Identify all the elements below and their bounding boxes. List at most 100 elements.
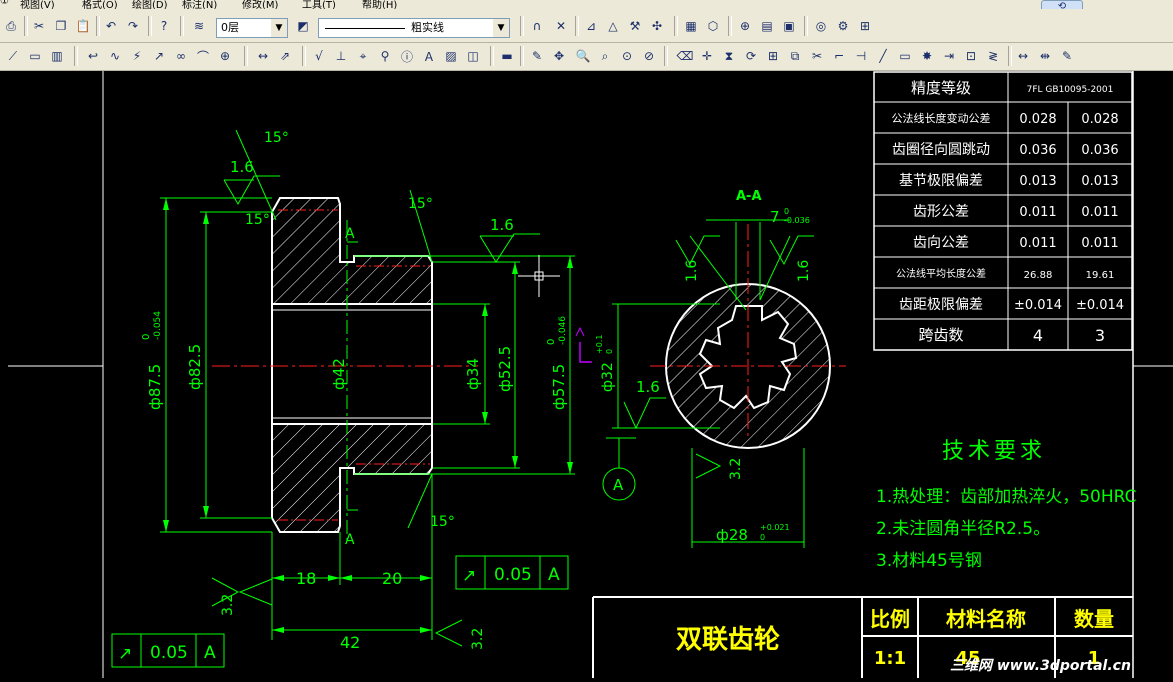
grid-icon[interactable]: ⊞ [856,17,874,35]
table-icon[interactable]: ▤ [758,17,776,35]
chevron-down-icon[interactable]: ▼ [493,19,509,37]
extend-icon[interactable]: ⊣ [852,47,870,65]
move-icon[interactable]: ✛ [698,47,716,65]
menu-item-format[interactable]: 格式(O) [82,0,118,9]
break-icon[interactable]: ⇹ [1036,47,1054,65]
help-icon[interactable]: ? [155,17,173,35]
undo-icon[interactable]: ↶ [102,17,120,35]
section-label: A-A [736,189,762,204]
table-cell: 26.88 [1024,270,1053,281]
menu-item-tools[interactable]: 工具(T) [302,0,336,9]
mirror-icon[interactable]: ⧗ [720,47,738,65]
chevron-down-icon[interactable]: ▼ [271,19,287,37]
leader-icon[interactable]: ↗ [150,47,168,65]
layer-select[interactable]: 0层 ▼ [216,18,288,38]
toolbar-separator [148,16,152,36]
menu-item-dimension[interactable]: 标注(N) [182,0,217,9]
roughness-value: 1.6 [636,378,660,396]
title-block-icon[interactable]: ▥ [48,47,66,65]
rotate-icon[interactable]: ⟳ [742,47,760,65]
text-icon[interactable]: Ａ [420,47,438,65]
datum-marker-label: A [613,476,624,494]
redo-icon[interactable]: ↷ [124,17,142,35]
rectangle-icon[interactable]: ▭ [896,47,914,65]
table-cell: 精度等级 [911,79,971,97]
print-icon[interactable]: ⎙ [2,17,20,35]
zoom-extents-icon[interactable]: ⊙ [618,47,636,65]
roughness-value: 1.6 [230,158,254,176]
copy-object-icon[interactable]: ⧉ [786,47,804,65]
cut-icon[interactable]: ✂ [30,17,48,35]
snap-cross-icon[interactable]: ✕ [552,17,570,35]
trim-icon[interactable]: ✂ [808,47,826,65]
title-block-header-material: 材料名称 [946,607,1026,631]
balloon-icon[interactable]: ⓘ [398,47,416,65]
table-cell: 齿向公差 [913,235,969,251]
cut-label-top: A [345,226,355,242]
line-icon[interactable]: ╱ [874,47,892,65]
dim-angle-bottom: 15° [430,514,455,530]
pan-icon[interactable]: ✥ [550,47,568,65]
wave-icon[interactable]: ∿ [106,47,124,65]
cube-icon[interactable]: ⬡ [704,17,722,35]
spring-icon[interactable]: ∞ [172,47,190,65]
menu-item-edit-fragment[interactable]: ① [0,0,9,7]
polyline-icon[interactable]: ⟋ [4,47,22,65]
fillet-icon[interactable]: ⌐ [830,47,848,65]
calculator-icon[interactable]: ▣ [780,17,798,35]
frame-icon[interactable]: ▭ [26,47,44,65]
zoom-realtime-icon[interactable]: 🔍 [574,47,592,65]
weld-icon[interactable]: ⚒ [626,17,644,35]
break-line-icon[interactable]: ⚡ [128,47,146,65]
gear-tool-icon[interactable]: ⚙ [834,17,852,35]
symbol-icon[interactable]: ✣ [648,17,666,35]
tolerance-icon[interactable]: ⌖ [354,47,372,65]
offset-icon[interactable]: ≷ [984,47,1002,65]
scale-icon[interactable]: ⊡ [962,47,980,65]
stretch-icon[interactable]: ⇥ [940,47,958,65]
drawing-canvas[interactable]: A A ф87.5 0 -0.054 ф82.5 ф42 ф34 ф52.5 ф… [0,71,1173,678]
weld-symbol-icon[interactable]: ⚲ [376,47,394,65]
aligned-dim-icon[interactable]: ⇗ [276,47,294,65]
properties-icon[interactable]: ✎ [1058,47,1076,65]
menu-item-modify[interactable]: 修改(M) [242,0,278,9]
measure-icon[interactable]: △ [604,17,622,35]
target-icon[interactable]: ◎ [812,17,830,35]
linear-dim-icon[interactable]: ↔ [254,47,272,65]
ruler-icon[interactable]: ▬ [498,47,516,65]
symbol-lib-icon[interactable]: ◫ [464,47,482,65]
linetype-select[interactable]: 粗实线 ▼ [318,18,510,38]
centermark-icon[interactable]: ⊕ [216,47,234,65]
insert-icon[interactable]: ⊕ [736,17,754,35]
block-icon[interactable]: ▦ [682,17,700,35]
array-icon[interactable]: ⊞ [764,47,782,65]
arc-icon[interactable]: ↩ [84,47,102,65]
hatch-icon[interactable]: ▨ [442,47,460,65]
zoom-window-icon[interactable]: ⌕ [596,47,614,65]
drawing-svg[interactable]: A A ф87.5 0 -0.054 ф82.5 ф42 ф34 ф52.5 ф… [0,71,1173,678]
menu-item-draw[interactable]: 绘图(D) [132,0,168,9]
menu-item-help[interactable]: 帮助(H) [362,0,397,9]
object-snap-icon[interactable]: ∩ [528,17,546,35]
dimension-tool-icon[interactable]: ⊿ [582,17,600,35]
paste-icon[interactable]: 📋 [74,17,92,35]
measure-distance-icon[interactable]: ↔ [1014,47,1032,65]
dim-d32-tol-low: 0 [605,349,614,354]
copy-icon[interactable]: ❐ [52,17,70,35]
dim-d87-tol-up: 0 [141,334,152,340]
dim-d87: ф87.5 [146,364,164,410]
datum-icon[interactable]: ⊥ [332,47,350,65]
erase-icon[interactable]: ⌫ [676,47,694,65]
hole-icon[interactable]: ⌒ [194,47,212,65]
title-block-header-scale: 比例 [870,607,910,631]
zoom-previous-icon[interactable]: ⊘ [640,47,658,65]
linetype-icon[interactable]: ◩ [294,17,312,35]
pencil-icon[interactable]: ✎ [528,47,546,65]
roughness-icon[interactable]: √ [310,47,328,65]
explode-icon[interactable]: ✸ [918,47,936,65]
hatch-top [271,197,433,305]
menu-item-view[interactable]: 视图(V) [20,0,55,9]
dim-d87-tol-low: -0.054 [153,311,163,340]
layer-manager-icon[interactable]: ≋ [190,17,208,35]
table-cell: 0.011 [1081,205,1118,220]
